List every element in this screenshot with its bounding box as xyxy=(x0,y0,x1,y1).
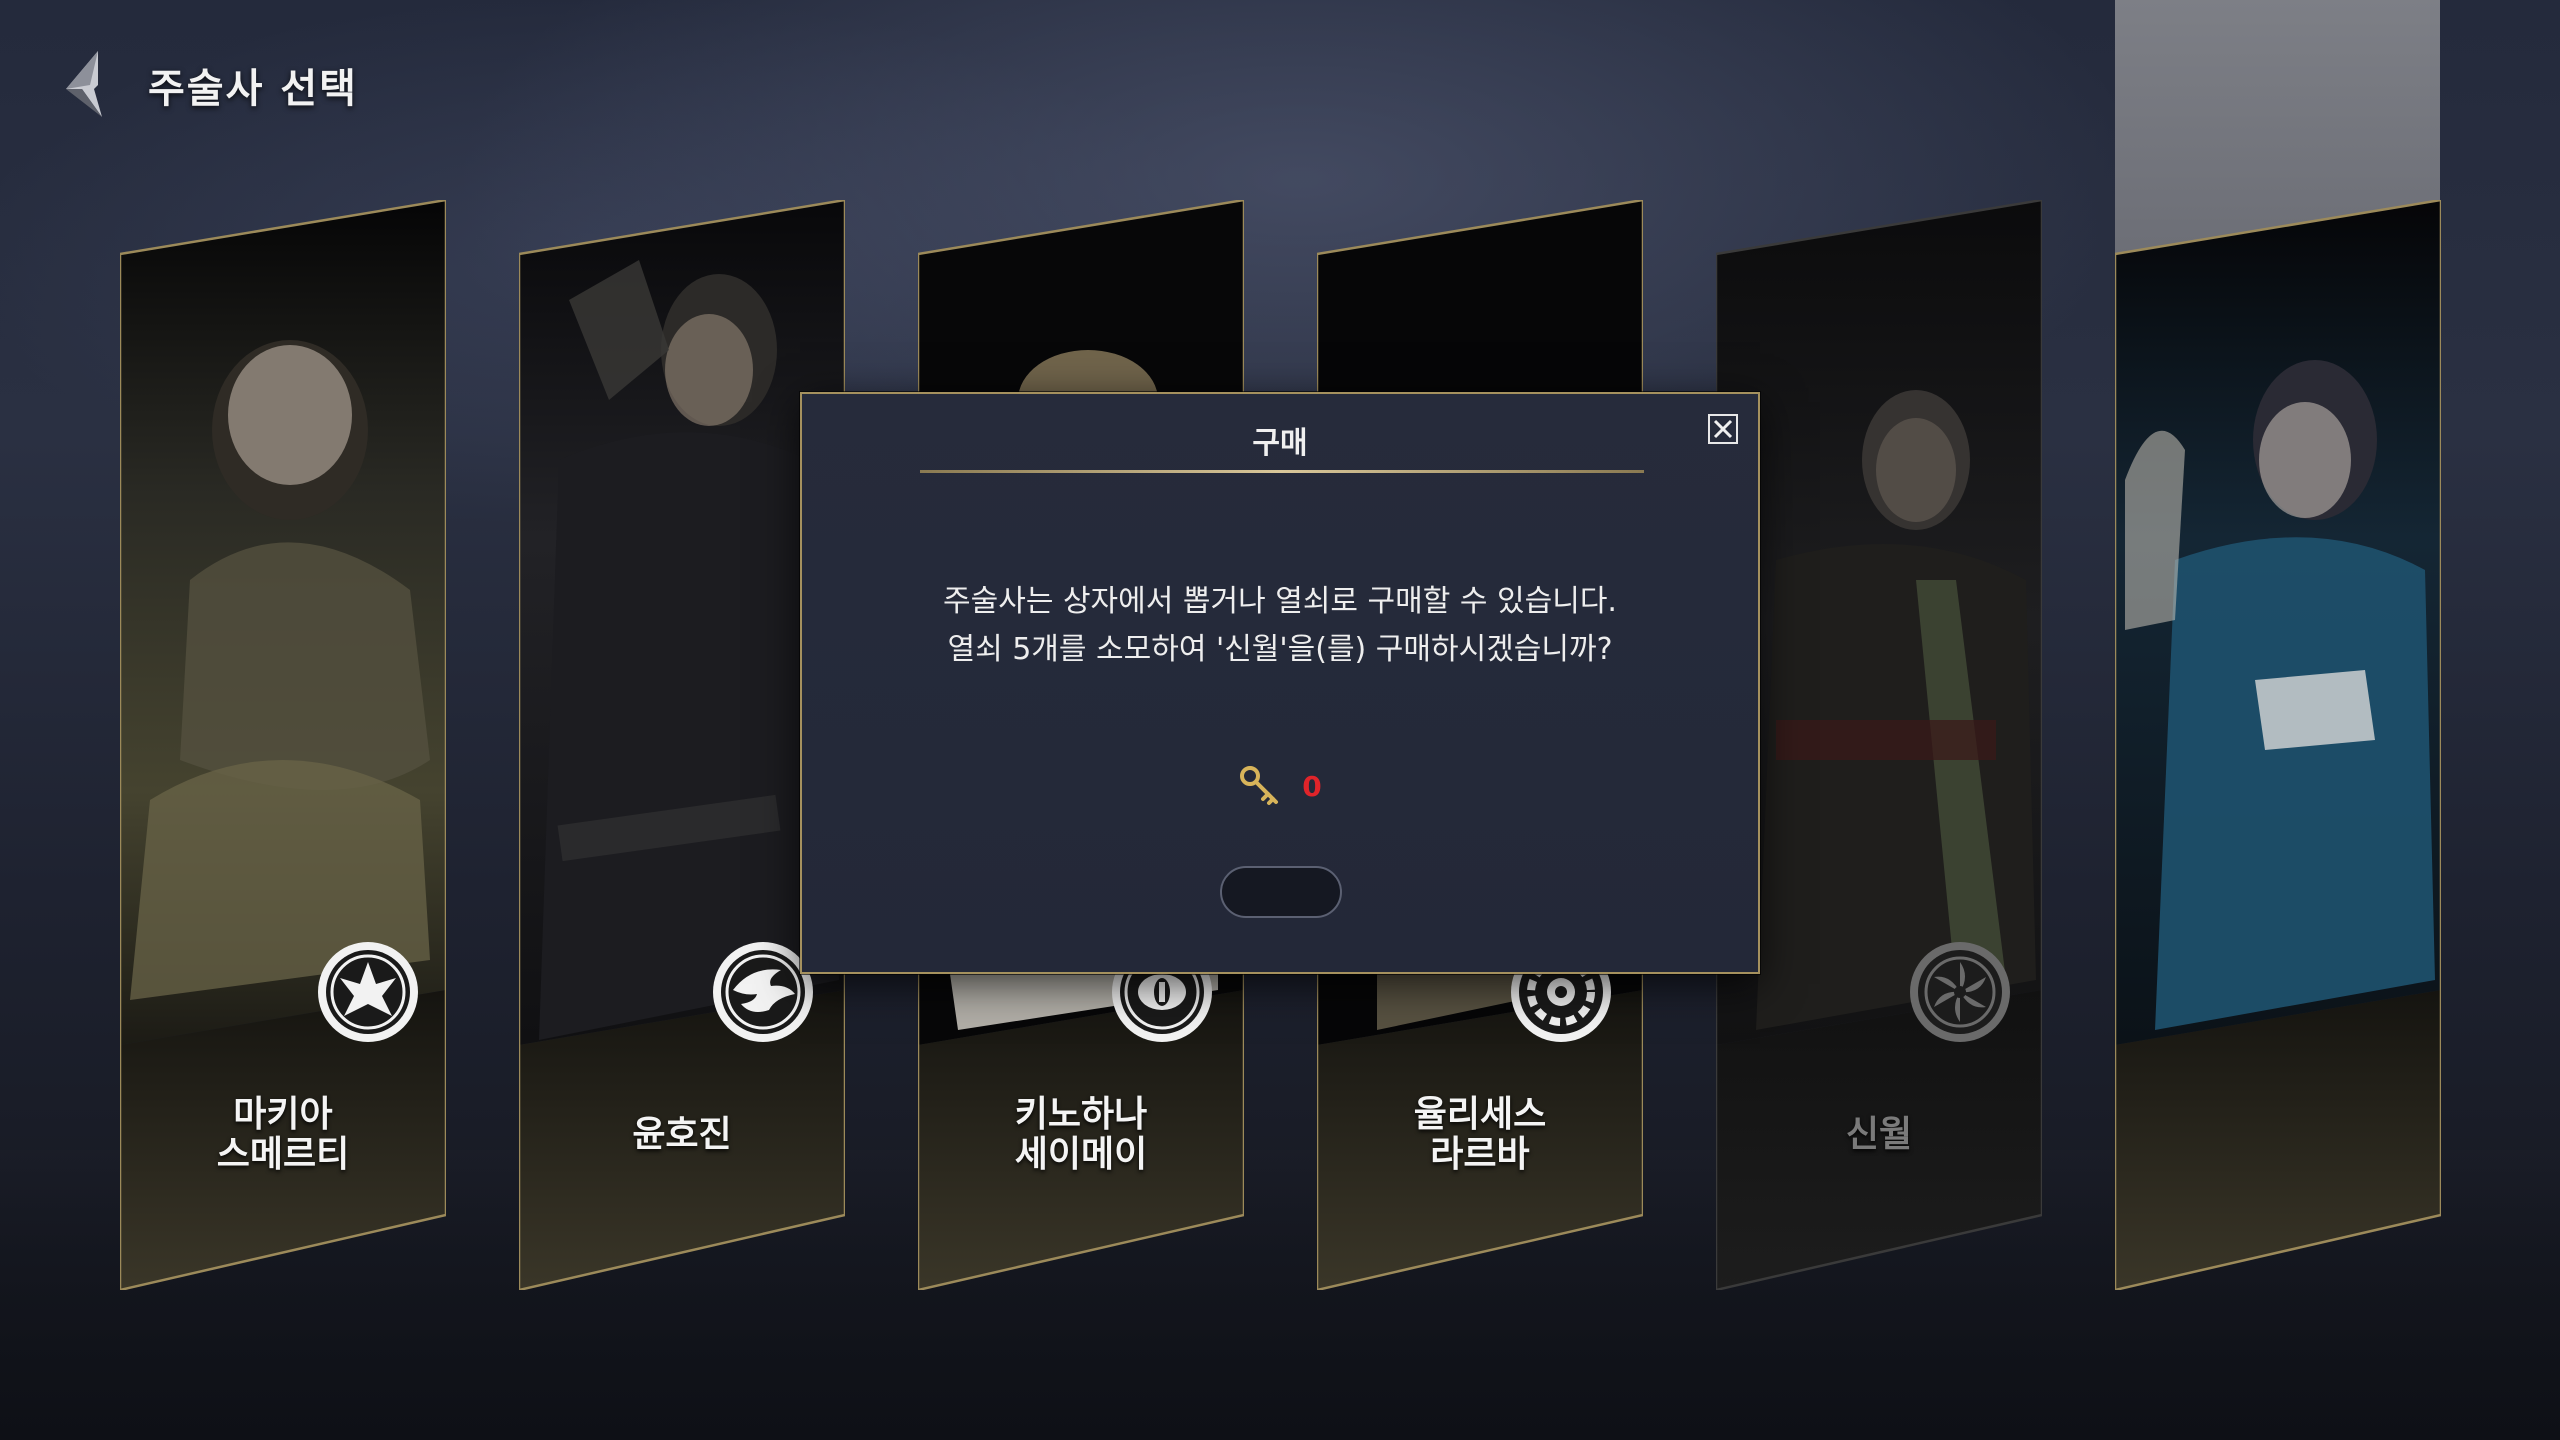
character-card-6[interactable] xyxy=(2115,200,2441,1290)
character-name: 마키아 스메르티 xyxy=(216,1094,350,1175)
key-cost: 0 xyxy=(802,764,1758,808)
close-icon xyxy=(1713,419,1733,439)
dialog-divider xyxy=(920,470,1644,473)
character-name: 신월 xyxy=(1845,1114,1913,1155)
confirm-button[interactable] xyxy=(1220,866,1342,918)
character-name xyxy=(2115,1080,2441,1190)
character-name: 키노하나 세이메이 xyxy=(1014,1094,1148,1175)
key-count: 0 xyxy=(1302,769,1322,803)
character-card-1[interactable]: 마키아 스메르티 xyxy=(120,200,446,1290)
dialog-title: 구매 xyxy=(1252,426,1308,461)
dialog-message: 주술사는 상자에서 뽑거나 열쇠로 구매할 수 있습니다. 열쇠 5개를 소모하… xyxy=(943,584,1617,667)
purchase-dialog: 구매 주술사는 상자에서 뽑거나 열쇠로 구매할 수 있습니다. 열쇠 5개를 … xyxy=(800,392,1760,974)
close-button[interactable] xyxy=(1708,414,1738,444)
back-arrow-icon xyxy=(66,51,102,117)
spiral-wheel-icon xyxy=(1910,942,2010,1042)
ornate-crest-icon xyxy=(318,942,418,1042)
character-card-2[interactable]: 윤호진 xyxy=(519,200,845,1290)
page-title: 주술사 선택 xyxy=(148,66,358,112)
golden-key-icon xyxy=(1240,766,1279,805)
top-bar: 주술사 선택 xyxy=(60,40,358,130)
character-name: 율리세스 라르바 xyxy=(1413,1094,1547,1175)
back-button[interactable] xyxy=(60,45,120,125)
character-card-5[interactable]: 신월 xyxy=(1716,200,2042,1290)
character-name: 윤호진 xyxy=(632,1114,732,1155)
